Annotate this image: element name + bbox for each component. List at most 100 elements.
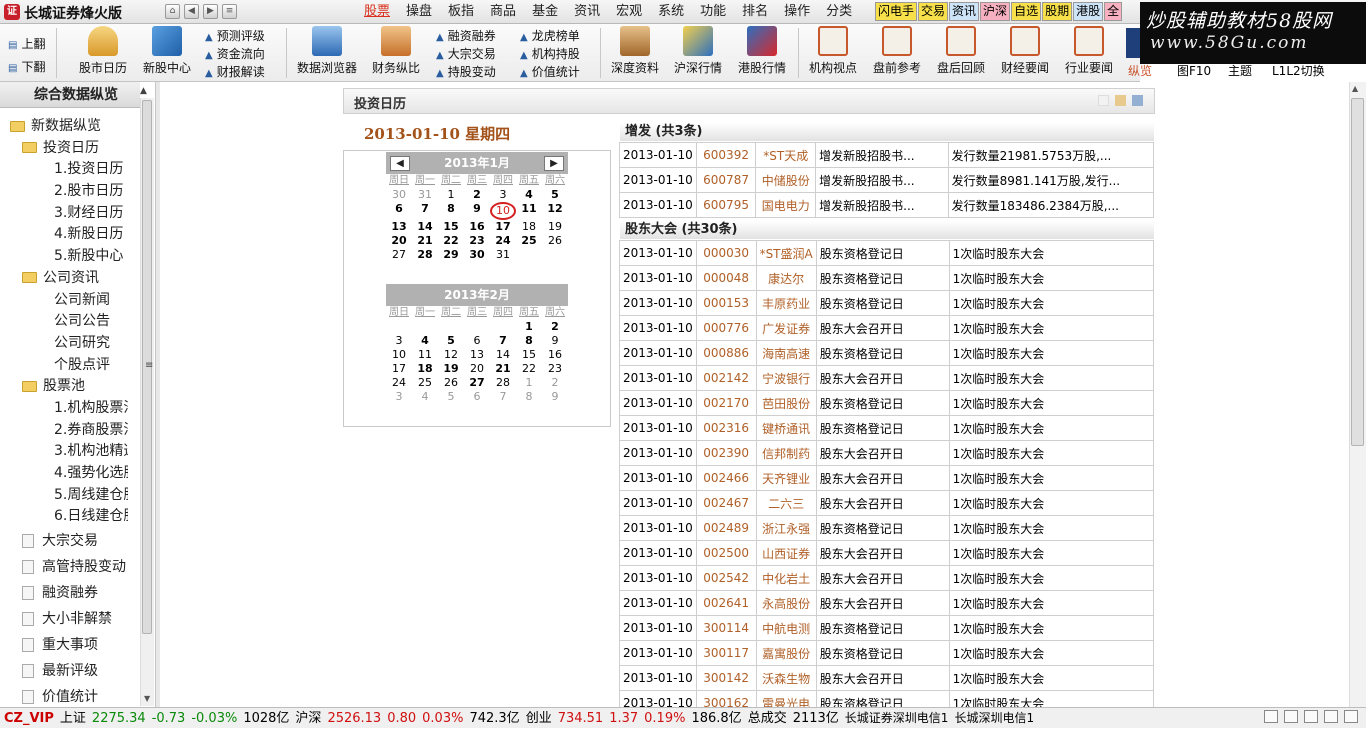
calendar-day[interactable]: 30 [464,248,490,262]
calendar-day[interactable]: 21 [412,234,438,248]
calendar-day[interactable]: 23 [542,362,568,376]
table-row[interactable]: 2013-01-10 002316 键桥通讯 股东资格登记日 1次临时股东大会 [619,415,1155,441]
code-cell[interactable]: 600795 [695,192,757,218]
hk-market-button[interactable]: 港股行情 [734,26,790,76]
menu-item-1[interactable]: 操盘 [398,2,440,22]
calendar-day[interactable]: 2 [464,188,490,202]
table-row[interactable]: 2013-01-10 002489 浙江永强 股东资格登记日 1次临时股东大会 [619,515,1155,541]
theme-swatch-white[interactable] [1098,95,1109,106]
table-row[interactable]: 2013-01-10 000776 广发证券 股东大会召开日 1次临时股东大会 [619,315,1155,341]
calendar-day[interactable]: 4 [412,334,438,348]
table-row[interactable]: 2013-01-10 600795 国电电力 增发新股招股书... 发行数量183486… [619,192,1155,218]
calendar-day-today[interactable]: 10 [490,202,516,220]
window-icon[interactable] [1344,710,1358,723]
calendar-day[interactable]: 20 [386,234,412,248]
calendar-day[interactable]: 23 [464,234,490,248]
theme-swatch-tan[interactable] [1115,95,1126,106]
theme-swatch-blue[interactable] [1132,95,1143,106]
sidebar-item[interactable]: 1.机构股票池 [0,398,128,420]
calendar-day[interactable]: 6 [386,202,412,220]
table-row[interactable]: 2013-01-10 000048 康达尔 股东资格登记日 1次临时股东大会 [619,265,1155,291]
sidebar-item[interactable]: 4.新股日历 [0,224,128,246]
calendar-day[interactable]: 18 [412,362,438,376]
calendar-day[interactable]: 26 [438,376,464,390]
calendar-day[interactable]: 30 [386,188,412,202]
finance-news-button[interactable]: 财经要闻 [996,26,1054,76]
code-cell[interactable]: 000153 [695,290,757,316]
calendar-day[interactable]: 19 [542,220,568,234]
calendar-day[interactable]: 1 [516,320,542,334]
page-down-button[interactable]: ▤ 下翻 [8,58,45,75]
menu-item-3[interactable]: 商品 [482,2,524,22]
calendar-day[interactable]: 20 [464,362,490,376]
calendar-day[interactable]: 1 [438,188,464,202]
calendar-day[interactable]: 16 [542,348,568,362]
calendar-day[interactable]: 10 [386,348,412,362]
value-stat-button[interactable]: ▲ 价值统计 [520,63,580,80]
calendar-day[interactable]: 2 [542,320,568,334]
calendar-day[interactable]: 2 [542,376,568,390]
menu-item-0[interactable]: 股票 [356,2,398,22]
name-cell[interactable]: 永高股份 [755,590,817,616]
calendar-day[interactable]: 14 [490,348,516,362]
sidebar-item[interactable]: 股票池 [0,376,128,398]
name-cell[interactable]: 嘉寓股份 [755,640,817,666]
fund-flow-button[interactable]: ▲ 资金流向 [205,45,265,62]
calendar-day[interactable]: 5 [438,334,464,348]
calendar-day[interactable]: 4 [516,188,542,202]
sidebar-item[interactable]: 2.券商股票池 [0,420,128,442]
calendar-day[interactable]: 27 [464,376,490,390]
sidebar-item[interactable]: 高管持股变动 [0,554,128,580]
forecast-button[interactable]: ▲ 预测评级 [205,27,265,44]
calendar-day[interactable]: 17 [386,362,412,376]
calendar-day[interactable]: 1 [516,376,542,390]
calendar-day[interactable]: 24 [490,234,516,248]
splitter[interactable] [156,82,160,707]
menu-icon[interactable]: ≡ [222,4,237,19]
code-cell[interactable]: 002170 [695,390,757,416]
sidebar-item[interactable]: 5.周线建仓股 [0,485,128,507]
sidebar-item[interactable]: 3.机构池精选 [0,441,128,463]
calendar-day[interactable]: 4 [412,390,438,404]
calendar-day[interactable]: 25 [412,376,438,390]
calendar-day[interactable]: 15 [516,348,542,362]
menu-item-7[interactable]: 系统 [650,2,692,22]
l1l2-button[interactable]: L1L2切换 [1272,62,1325,79]
quick-tab-6[interactable]: 港股 [1073,2,1104,21]
calendar-day[interactable]: 15 [438,220,464,234]
table-row[interactable]: 2013-01-10 002170 芭田股份 股东资格登记日 1次临时股东大会 [619,390,1155,416]
menu-item-4[interactable]: 基金 [524,2,566,22]
calendar-day[interactable]: 7 [490,390,516,404]
sidebar-item[interactable]: 大宗交易 [0,528,128,554]
name-cell[interactable]: 海南高速 [755,340,817,366]
table-row[interactable]: 2013-01-10 300142 沃森生物 股东大会召开日 1次临时股东大会 [619,665,1155,691]
code-cell[interactable]: 300117 [695,640,757,666]
calendar-day[interactable]: 19 [438,362,464,376]
calendar-day[interactable]: 22 [516,362,542,376]
inst-view-button[interactable]: 机构视点 [804,26,862,76]
code-cell[interactable]: 002542 [695,565,757,591]
table-row[interactable]: 2013-01-10 600392 *ST天成 增发新股招股书... 发行数量21981… [619,142,1155,168]
sidebar-item[interactable]: 6.日线建仓股 [0,506,128,528]
calendar-day[interactable]: 21 [490,362,516,376]
calendar-day[interactable]: 11 [516,202,542,220]
menu-item-8[interactable]: 功能 [692,2,734,22]
sidebar-item[interactable]: 投资日历 [0,138,128,160]
table-row[interactable]: 2013-01-10 000886 海南高速 股东资格登记日 1次临时股东大会 [619,340,1155,366]
back-icon[interactable]: ◀ [184,4,199,19]
calendar-day[interactable]: 6 [464,334,490,348]
sidebar-item[interactable]: 3.财经日历 [0,203,128,225]
hs-market-button[interactable]: 沪深行情 [670,26,726,76]
table-row[interactable]: 2013-01-10 002466 天齐锂业 股东大会召开日 1次临时股东大会 [619,465,1155,491]
calendar-day[interactable]: 25 [516,234,542,248]
message-icon[interactable] [1284,710,1298,723]
calendar-day[interactable]: 28 [412,248,438,262]
prev-month-icon[interactable]: ◀ [390,156,410,171]
name-cell[interactable]: 国电电力 [755,192,817,218]
calendar-day[interactable]: 3 [386,390,412,404]
name-cell[interactable]: 山西证券 [755,540,817,566]
code-cell[interactable]: 600392 [695,142,757,168]
code-cell[interactable]: 002466 [695,465,757,491]
name-cell[interactable]: 键桥通讯 [755,415,817,441]
theme-button[interactable]: 主题 [1228,62,1252,79]
